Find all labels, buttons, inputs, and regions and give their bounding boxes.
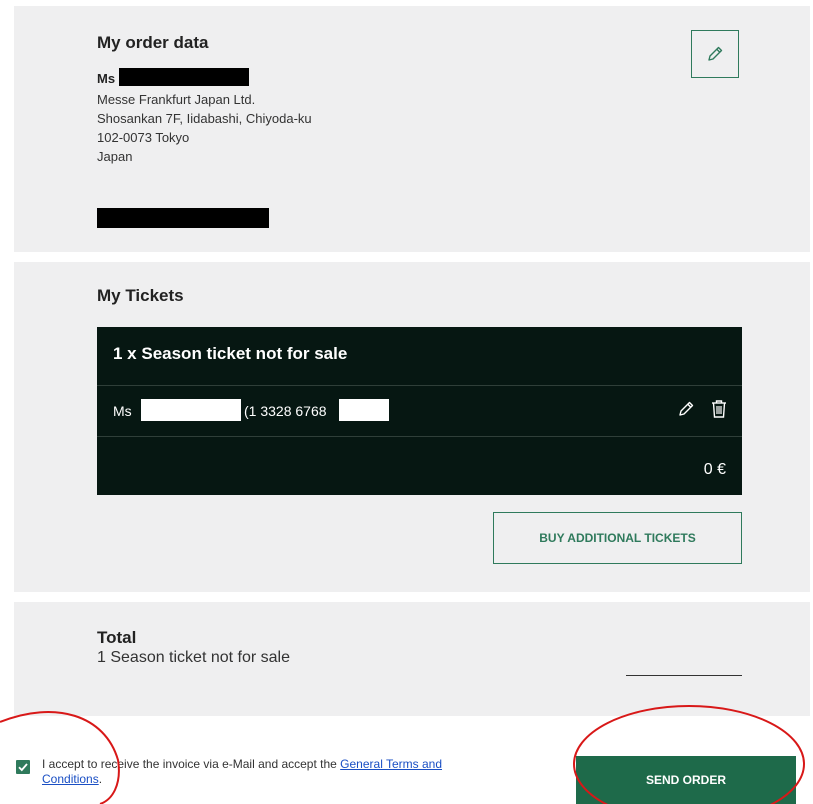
- redacted-name: [119, 68, 249, 86]
- pencil-icon[interactable]: [676, 399, 696, 419]
- ticket-holder-number: (1 3328 6768: [244, 403, 327, 419]
- ticket-price: 0 €: [703, 461, 726, 478]
- accept-terms-checkbox[interactable]: [16, 760, 30, 774]
- accept-terms-text: I accept to receive the invoice via e-Ma…: [42, 757, 472, 787]
- order-salutation: Ms: [97, 71, 116, 86]
- order-data-title: My order data: [97, 33, 209, 52]
- ticket-holder-row: Ms (1 3328 6768: [97, 386, 742, 436]
- buy-additional-tickets-button[interactable]: BUY ADDITIONAL TICKETS: [493, 512, 742, 564]
- ticket-card: 1 x Season ticket not for sale Ms (1 332…: [97, 327, 742, 495]
- redacted-email: [97, 208, 269, 228]
- ticket-actions: [676, 399, 728, 419]
- accept-terms-suffix: .: [98, 772, 103, 786]
- trash-icon[interactable]: [710, 399, 728, 419]
- total-panel: Total 1 Season ticket not for sale: [14, 602, 810, 716]
- ticket-divider: [97, 436, 742, 437]
- accept-terms-label: I accept to receive the invoice via e-Ma…: [42, 757, 341, 771]
- pencil-icon: [708, 46, 723, 61]
- send-order-button[interactable]: SEND ORDER: [576, 756, 796, 804]
- total-amount-line: [626, 675, 742, 676]
- total-line: 1 Season ticket not for sale: [97, 649, 290, 666]
- address-line: Messe Frankfurt Japan Ltd.: [97, 92, 256, 107]
- redacted-holder-name: [141, 399, 241, 421]
- order-data-panel: My order data Ms Messe Frankfurt Japan L…: [14, 6, 810, 252]
- total-title: Total: [97, 628, 137, 647]
- address-line: Japan: [97, 149, 133, 164]
- order-address: Messe Frankfurt Japan Ltd. Shosankan 7F,…: [97, 90, 312, 166]
- address-line: 102-0073 Tokyo: [97, 130, 190, 145]
- ticket-holder-salutation: Ms: [113, 403, 132, 419]
- checkmark-icon: [18, 763, 28, 772]
- address-line: Shosankan 7F, Iidabashi, Chiyoda-ku: [97, 111, 312, 126]
- ticket-item-title: 1 x Season ticket not for sale: [113, 344, 348, 363]
- redacted-holder-number: [339, 399, 389, 421]
- edit-order-button[interactable]: [691, 30, 739, 78]
- tickets-title: My Tickets: [97, 286, 184, 305]
- tickets-panel: My Tickets 1 x Season ticket not for sal…: [14, 262, 810, 592]
